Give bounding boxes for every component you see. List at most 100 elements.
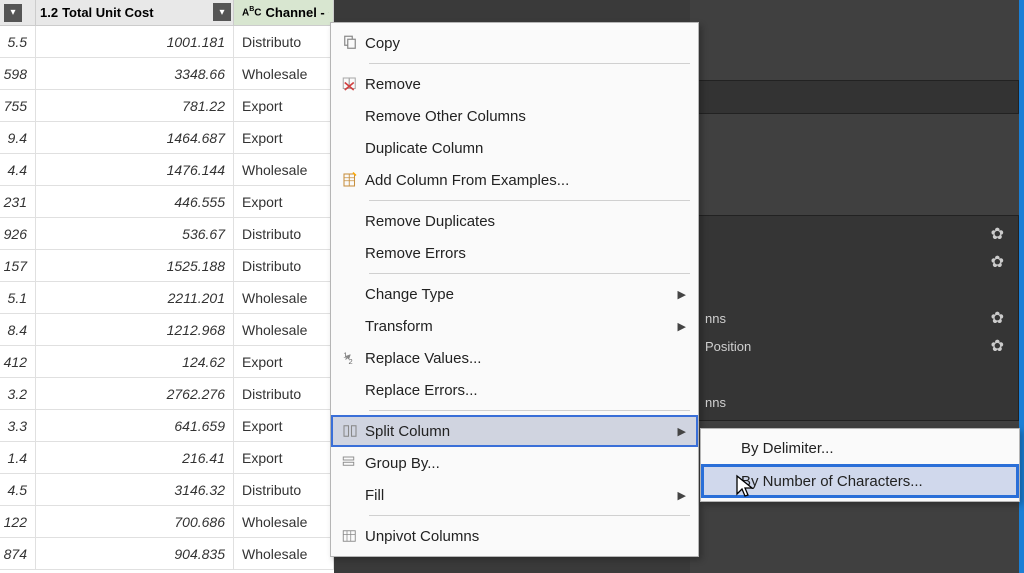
menu-duplicate[interactable]: Duplicate Column: [331, 132, 698, 164]
menu-remove-other[interactable]: Remove Other Columns: [331, 100, 698, 132]
cell[interactable]: 3146.32: [36, 474, 234, 505]
cell[interactable]: 5.5: [0, 26, 36, 57]
menu-change-type[interactable]: Change Type ▶: [331, 278, 698, 310]
table-row[interactable]: 874904.835Wholesale: [0, 538, 334, 570]
cell[interactable]: Wholesale: [234, 506, 334, 537]
panel-item[interactable]: [691, 276, 1018, 304]
menu-split-column[interactable]: Split Column ▶: [331, 415, 698, 447]
cell[interactable]: 781.22: [36, 90, 234, 121]
panel-item[interactable]: ✿: [691, 220, 1018, 248]
table-row[interactable]: 5983348.66Wholesale: [0, 58, 334, 90]
menu-transform[interactable]: Transform ▶: [331, 310, 698, 342]
table-row[interactable]: 3.3641.659Export: [0, 410, 334, 442]
table-row[interactable]: 755781.22Export: [0, 90, 334, 122]
cell[interactable]: 1212.968: [36, 314, 234, 345]
cell[interactable]: 755: [0, 90, 36, 121]
gear-icon[interactable]: ✿: [991, 252, 1004, 272]
cell[interactable]: 2211.201: [36, 282, 234, 313]
table-row[interactable]: 5.12211.201Wholesale: [0, 282, 334, 314]
table-row[interactable]: 412124.62Export: [0, 346, 334, 378]
column-dropdown-1[interactable]: ▾: [4, 4, 22, 22]
cell[interactable]: Export: [234, 122, 334, 153]
table-row[interactable]: 926536.67Distributo: [0, 218, 334, 250]
cell[interactable]: 412: [0, 346, 36, 377]
cell[interactable]: 3.3: [0, 410, 36, 441]
cell[interactable]: Wholesale: [234, 282, 334, 313]
menu-fill[interactable]: Fill ▶: [331, 479, 698, 511]
gear-icon[interactable]: ✿: [991, 336, 1004, 356]
cell[interactable]: 926: [0, 218, 36, 249]
cell[interactable]: 536.67: [36, 218, 234, 249]
cell[interactable]: Export: [234, 442, 334, 473]
cell[interactable]: Distributo: [234, 250, 334, 281]
cell[interactable]: 2762.276: [36, 378, 234, 409]
menu-add-examples[interactable]: Add Column From Examples...: [331, 164, 698, 196]
panel-item[interactable]: nns✿: [691, 304, 1018, 332]
cell[interactable]: Wholesale: [234, 58, 334, 89]
submenu-by-number-chars[interactable]: By Number of Characters...: [701, 464, 1019, 498]
cell[interactable]: Distributo: [234, 218, 334, 249]
gear-icon[interactable]: ✿: [991, 224, 1004, 244]
panel-item[interactable]: Position✿: [691, 332, 1018, 360]
cell[interactable]: 904.835: [36, 538, 234, 569]
cell[interactable]: 4.5: [0, 474, 36, 505]
cell[interactable]: Wholesale: [234, 154, 334, 185]
cell[interactable]: 124.62: [36, 346, 234, 377]
menu-replace-errors[interactable]: Replace Errors...: [331, 374, 698, 406]
gear-icon[interactable]: ✿: [991, 308, 1004, 328]
table-row[interactable]: 1571525.188Distributo: [0, 250, 334, 282]
cell[interactable]: Export: [234, 410, 334, 441]
cell[interactable]: 1.4: [0, 442, 36, 473]
cell[interactable]: 122: [0, 506, 36, 537]
table-row[interactable]: 122700.686Wholesale: [0, 506, 334, 538]
cell[interactable]: 157: [0, 250, 36, 281]
table-row[interactable]: 3.22762.276Distributo: [0, 378, 334, 410]
menu-replace-values[interactable]: 12 Replace Values...: [331, 342, 698, 374]
cell[interactable]: 5.1: [0, 282, 36, 313]
cell[interactable]: 446.555: [36, 186, 234, 217]
panel-item[interactable]: nns: [691, 388, 1018, 416]
table-row[interactable]: 9.41464.687Export: [0, 122, 334, 154]
panel-input-box[interactable]: [698, 80, 1019, 114]
cell[interactable]: 598: [0, 58, 36, 89]
table-row[interactable]: 1.4216.41Export: [0, 442, 334, 474]
cell[interactable]: 8.4: [0, 314, 36, 345]
table-row[interactable]: 231446.555Export: [0, 186, 334, 218]
cell[interactable]: Distributo: [234, 26, 334, 57]
cell[interactable]: Wholesale: [234, 538, 334, 569]
table-row[interactable]: 8.41212.968Wholesale: [0, 314, 334, 346]
cell[interactable]: 4.4: [0, 154, 36, 185]
column-header-channel-copy[interactable]: ABC Channel - Copy: [234, 0, 334, 26]
column-header-total-unit-cost[interactable]: 1.2 Total Unit Cost ▾: [36, 0, 234, 26]
cell[interactable]: 1464.687: [36, 122, 234, 153]
table-row[interactable]: 5.51001.181Distributo: [0, 26, 334, 58]
menu-remove-errors[interactable]: Remove Errors: [331, 237, 698, 269]
menu-unpivot[interactable]: Unpivot Columns: [331, 520, 698, 552]
cell[interactable]: Distributo: [234, 474, 334, 505]
submenu-by-delimiter[interactable]: By Delimiter...: [701, 432, 1019, 464]
column-header-1[interactable]: ▾: [0, 0, 36, 26]
cell[interactable]: 3.2: [0, 378, 36, 409]
cell[interactable]: Wholesale: [234, 314, 334, 345]
cell[interactable]: 700.686: [36, 506, 234, 537]
cell[interactable]: 1525.188: [36, 250, 234, 281]
cell[interactable]: 231: [0, 186, 36, 217]
panel-item[interactable]: ✿: [691, 248, 1018, 276]
column-filter-dropdown[interactable]: ▾: [213, 3, 231, 21]
cell[interactable]: 1001.181: [36, 26, 234, 57]
table-row[interactable]: 4.53146.32Distributo: [0, 474, 334, 506]
cell[interactable]: 874: [0, 538, 36, 569]
cell[interactable]: Distributo: [234, 378, 334, 409]
menu-copy[interactable]: Copy: [331, 27, 698, 59]
panel-item[interactable]: [691, 360, 1018, 388]
cell[interactable]: Export: [234, 90, 334, 121]
cell[interactable]: Export: [234, 186, 334, 217]
cell[interactable]: Export: [234, 346, 334, 377]
menu-remove[interactable]: Remove: [331, 68, 698, 100]
cell[interactable]: 9.4: [0, 122, 36, 153]
cell[interactable]: 641.659: [36, 410, 234, 441]
table-row[interactable]: 4.41476.144Wholesale: [0, 154, 334, 186]
cell[interactable]: 1476.144: [36, 154, 234, 185]
cell[interactable]: 216.41: [36, 442, 234, 473]
menu-group-by[interactable]: Group By...: [331, 447, 698, 479]
